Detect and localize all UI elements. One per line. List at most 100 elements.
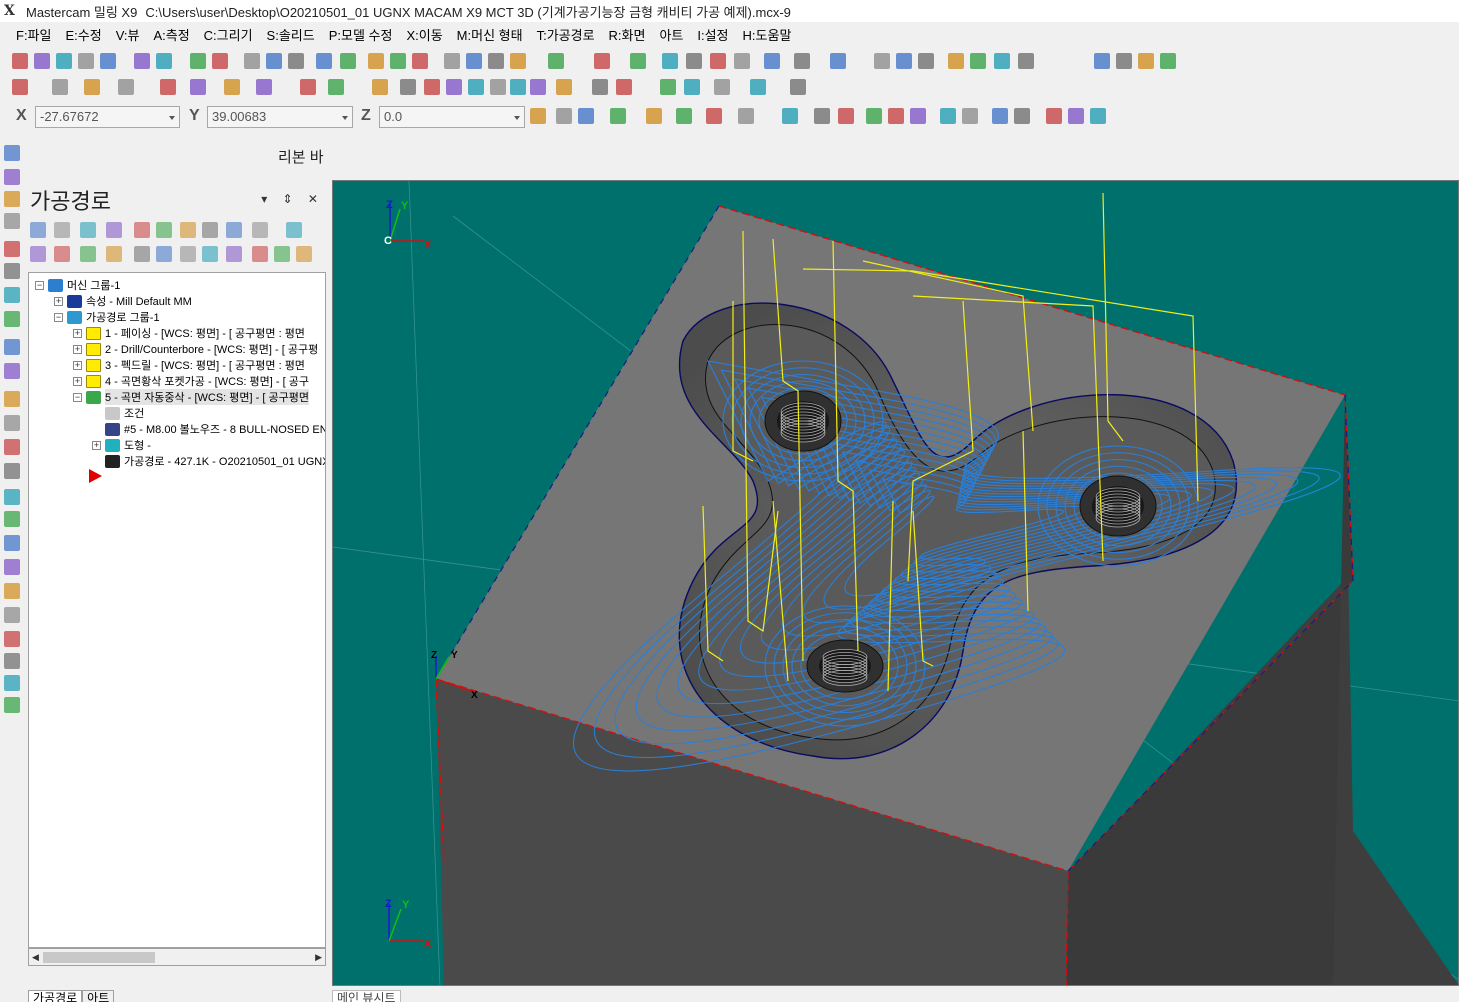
panel-tool-icon[interactable] — [286, 222, 302, 238]
sketch-tool-icon[interactable] — [300, 79, 316, 95]
autocursor-tool-icon[interactable] — [1090, 108, 1106, 124]
menu-screen[interactable]: R:화면 — [609, 25, 646, 44]
left-tool-icon[interactable] — [4, 311, 20, 327]
sketch-tool-icon[interactable] — [190, 79, 206, 95]
autocursor-tool-icon[interactable] — [738, 108, 754, 124]
tree-item[interactable]: + 도형 - — [92, 437, 151, 453]
panel-tool-icon[interactable] — [296, 246, 312, 262]
standard-tool-icon[interactable] — [630, 53, 646, 69]
menu-model-prep[interactable]: P:모델 수정 — [329, 25, 393, 44]
standard-tool-icon[interactable] — [134, 53, 150, 69]
panel-tool-icon[interactable] — [226, 222, 242, 238]
panel-tool-icon[interactable] — [30, 222, 46, 238]
tab-toolpaths[interactable]: 가공경로 — [28, 990, 83, 1002]
left-tool-icon[interactable] — [4, 339, 20, 355]
x-coord-input[interactable]: -27.67672 — [35, 106, 180, 128]
left-tool-icon[interactable] — [4, 169, 20, 185]
menu-file[interactable]: F:파일 — [16, 25, 51, 44]
autocursor-tool-icon[interactable] — [888, 108, 904, 124]
autocursor-tool-icon[interactable] — [838, 108, 854, 124]
standard-tool-icon[interactable] — [830, 53, 846, 69]
standard-tool-icon[interactable] — [994, 53, 1010, 69]
standard-tool-icon[interactable] — [970, 53, 986, 69]
autocursor-tool-icon[interactable] — [1046, 108, 1062, 124]
left-tool-icon[interactable] — [4, 145, 20, 161]
menu-create[interactable]: C:그리기 — [204, 25, 253, 44]
panel-tool-icon[interactable] — [80, 246, 96, 262]
panel-tool-icon[interactable] — [274, 246, 290, 262]
standard-tool-icon[interactable] — [156, 53, 172, 69]
sketch-tool-icon[interactable] — [52, 79, 68, 95]
sketch-tool-icon[interactable] — [328, 79, 344, 95]
panel-tool-icon[interactable] — [156, 222, 172, 238]
left-tool-icon[interactable] — [4, 535, 20, 551]
scroll-right-icon[interactable]: ▶ — [315, 952, 322, 963]
menu-art[interactable]: 아트 — [659, 25, 683, 44]
standard-tool-icon[interactable] — [874, 53, 890, 69]
standard-tool-icon[interactable] — [266, 53, 282, 69]
tab-art[interactable]: 아트 — [82, 990, 115, 1002]
sketch-tool-icon[interactable] — [490, 79, 506, 95]
panel-tool-icon[interactable] — [54, 222, 70, 238]
panel-tool-icon[interactable] — [252, 222, 268, 238]
tree-item[interactable]: +2 - Drill/Counterbore - [WCS: 평면] - [ 공… — [73, 341, 318, 357]
panel-tool-icon[interactable] — [180, 246, 196, 262]
standard-tool-icon[interactable] — [100, 53, 116, 69]
standard-tool-icon[interactable] — [1094, 53, 1110, 69]
panel-tool-icon[interactable] — [202, 222, 218, 238]
autocursor-tool-icon[interactable] — [962, 108, 978, 124]
expand-icon[interactable]: + — [73, 344, 82, 354]
sketch-tool-icon[interactable] — [660, 79, 676, 95]
left-tool-icon[interactable] — [4, 511, 20, 527]
graphics-viewport[interactable]: X Z Y C X Z Y X Z Y — [332, 180, 1459, 986]
tree-item[interactable]: #5 - M8.00 볼노우즈 - 8 BULL-NOSED END — [92, 421, 325, 437]
standard-tool-icon[interactable] — [190, 53, 206, 69]
standard-tool-icon[interactable] — [594, 53, 610, 69]
standard-tool-icon[interactable] — [764, 53, 780, 69]
panel-tool-icon[interactable] — [180, 222, 196, 238]
tree-item[interactable]: + 속성 - Mill Default MM — [54, 293, 192, 309]
left-tool-icon[interactable] — [4, 631, 20, 647]
panel-tool-icon[interactable] — [54, 246, 70, 262]
standard-tool-icon[interactable] — [948, 53, 964, 69]
scroll-left-icon[interactable]: ◀ — [32, 952, 39, 963]
sketch-tool-icon[interactable] — [684, 79, 700, 95]
menu-settings[interactable]: I:설정 — [697, 25, 728, 44]
standard-tool-icon[interactable] — [686, 53, 702, 69]
expand-icon[interactable]: + — [73, 328, 82, 338]
sketch-tool-icon[interactable] — [446, 79, 462, 95]
y-coord-input[interactable]: 39.00683 — [207, 106, 353, 128]
standard-tool-icon[interactable] — [896, 53, 912, 69]
left-tool-icon[interactable] — [4, 607, 20, 623]
menu-help[interactable]: H:도움말 — [743, 25, 792, 44]
tree-item[interactable]: − 머신 그룹-1 — [35, 277, 120, 293]
sketch-tool-icon[interactable] — [750, 79, 766, 95]
autocursor-tool-icon[interactable] — [992, 108, 1008, 124]
tree-item[interactable]: +1 - 페이싱 - [WCS: 평면] - [ 공구평면 : 평면 — [73, 325, 305, 341]
main-viewsheet-tab[interactable]: 메인 뷰시트 — [332, 990, 401, 1002]
expand-icon[interactable]: + — [92, 440, 101, 450]
standard-tool-icon[interactable] — [12, 53, 28, 69]
tree-item[interactable]: +3 - 펙드릴 - [WCS: 평면] - [ 공구평면 : 평면 — [73, 357, 305, 373]
left-tool-icon[interactable] — [4, 213, 20, 229]
standard-tool-icon[interactable] — [444, 53, 460, 69]
standard-tool-icon[interactable] — [1018, 53, 1034, 69]
menu-machine-type[interactable]: M:머신 형태 — [457, 25, 523, 44]
insert-arrow-icon[interactable] — [89, 469, 102, 483]
left-tool-icon[interactable] — [4, 415, 20, 431]
sketch-tool-icon[interactable] — [616, 79, 632, 95]
autocursor-tool-icon[interactable] — [910, 108, 926, 124]
menu-toolpaths[interactable]: T:가공경로 — [537, 25, 595, 44]
left-tool-icon[interactable] — [4, 241, 20, 257]
menu-view[interactable]: V:뷰 — [116, 25, 140, 44]
sketch-tool-icon[interactable] — [118, 79, 134, 95]
standard-tool-icon[interactable] — [412, 53, 428, 69]
sketch-tool-icon[interactable] — [400, 79, 416, 95]
collapse-icon[interactable]: − — [35, 280, 44, 290]
standard-tool-icon[interactable] — [466, 53, 482, 69]
collapse-icon[interactable]: − — [54, 312, 63, 322]
left-tool-icon[interactable] — [4, 439, 20, 455]
scroll-thumb[interactable] — [43, 952, 155, 963]
standard-tool-icon[interactable] — [316, 53, 332, 69]
left-tool-icon[interactable] — [4, 263, 20, 279]
